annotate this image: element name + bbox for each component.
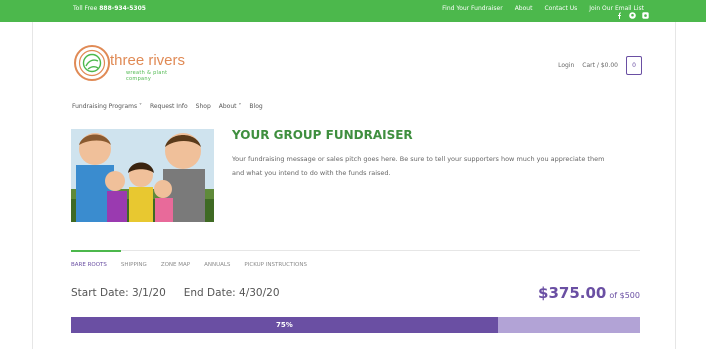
- phone-digits: 888-934-5305: [99, 5, 146, 12]
- site-logo[interactable]: three rivers wreath & plant company: [72, 42, 192, 84]
- progress-label: 75%: [275, 321, 293, 329]
- nav-fundraising-programs[interactable]: Fundraising Programs ˅: [72, 103, 142, 110]
- nav-about[interactable]: About ˅: [219, 103, 242, 110]
- goal-amount: of $500: [609, 291, 640, 300]
- start-date: Start Date: 3/1/20: [71, 287, 166, 299]
- nav-request-info[interactable]: Request Info: [150, 103, 188, 110]
- cart-icon[interactable]: 0: [626, 56, 642, 75]
- end-date: End Date: 4/30/20: [183, 287, 280, 299]
- brand-tagline: wreath & plant company: [126, 70, 168, 82]
- cart-link[interactable]: Cart / $0.00: [582, 62, 618, 69]
- top-link-find-fundraiser[interactable]: Find Your Fundraiser: [442, 5, 503, 12]
- amount-raised-value: $375.00: [538, 284, 607, 302]
- campaign-dates: Start Date: 3/1/20 End Date: 4/30/20: [71, 287, 280, 299]
- fundraiser-title: YOUR GROUP FUNDRAISER: [232, 128, 413, 142]
- tab-zone-map[interactable]: ZONE MAP: [161, 262, 190, 268]
- progress-bar: 75%: [71, 317, 640, 333]
- hero-photo: [71, 129, 214, 222]
- tab-shipping[interactable]: SHIPPING: [121, 262, 147, 268]
- top-links: Find Your Fundraiser About Contact Us Jo…: [442, 5, 644, 12]
- top-link-about[interactable]: About: [515, 5, 533, 12]
- top-link-contact[interactable]: Contact Us: [544, 5, 577, 12]
- instagram-icon[interactable]: [642, 4, 649, 19]
- login-link[interactable]: Login: [558, 62, 574, 69]
- brand-name: three rivers: [110, 52, 186, 69]
- main-nav: Fundraising Programs ˅ Request Info Shop…: [72, 103, 263, 110]
- phone-number[interactable]: Toll Free 888-934-5305: [73, 5, 146, 12]
- social-icons: [616, 4, 649, 19]
- nav-shop[interactable]: Shop: [196, 103, 211, 110]
- tab-annuals[interactable]: ANNUALS: [204, 262, 230, 268]
- amount-raised: $375.00 of $500: [538, 284, 640, 302]
- top-bar: Toll Free 888-934-5305 Find Your Fundrai…: [0, 0, 706, 22]
- progress-fill: 75%: [71, 317, 498, 333]
- pinterest-icon[interactable]: [629, 4, 636, 19]
- facebook-icon[interactable]: [616, 4, 623, 19]
- cart-count: 0: [632, 62, 636, 69]
- tabs-divider: [71, 250, 640, 251]
- active-tab-indicator: [71, 250, 121, 252]
- phone-prefix: Toll Free: [73, 5, 98, 12]
- header-account: Login Cart / $0.00 0: [558, 56, 642, 75]
- tab-pickup-instructions[interactable]: PICKUP INSTRUCTIONS: [244, 262, 307, 268]
- tab-bare-roots[interactable]: BARE ROOTS: [71, 262, 107, 268]
- fundraiser-description: Your fundraising message or sales pitch …: [232, 155, 605, 177]
- nav-blog[interactable]: Blog: [249, 103, 262, 110]
- product-tabs: BARE ROOTS SHIPPING ZONE MAP ANNUALS PIC…: [71, 262, 307, 268]
